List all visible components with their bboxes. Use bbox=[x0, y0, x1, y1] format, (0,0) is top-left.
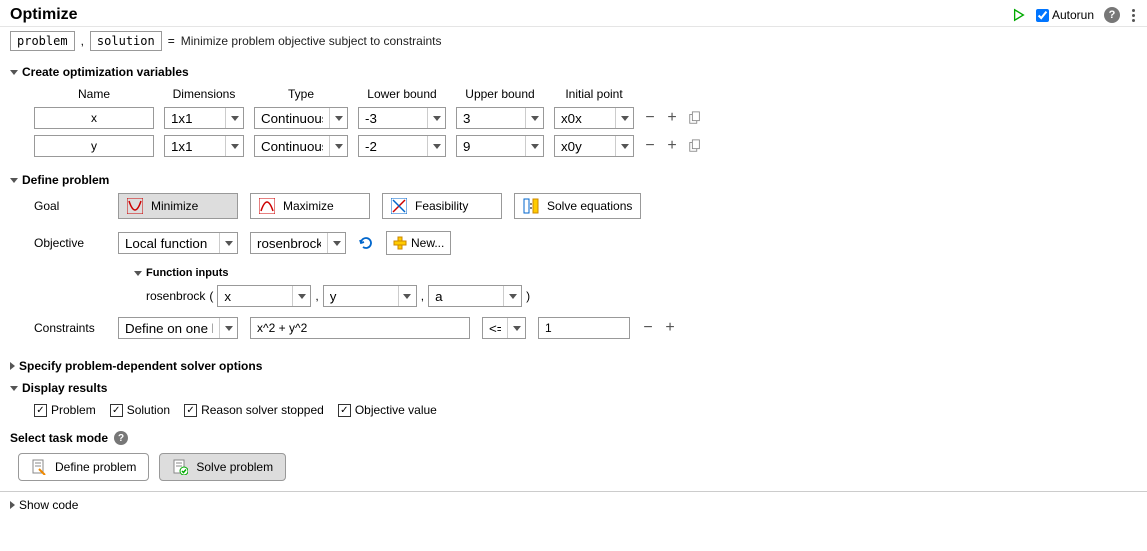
goal-label: Goal bbox=[34, 199, 106, 213]
constraint-expression-input[interactable] bbox=[250, 317, 470, 339]
add-constraint-button[interactable]: + bbox=[664, 319, 676, 337]
add-row-button[interactable]: + bbox=[666, 137, 678, 155]
section-define-problem[interactable]: Define problem bbox=[10, 173, 1137, 187]
var-lower-select[interactable] bbox=[358, 135, 446, 157]
chevron-down-icon bbox=[134, 271, 142, 276]
var-type-select[interactable] bbox=[254, 107, 348, 129]
constraint-rhs-input[interactable] bbox=[538, 317, 630, 339]
function-name-text: rosenbrock bbox=[146, 289, 205, 303]
var-type-select[interactable] bbox=[254, 135, 348, 157]
var-name-input[interactable] bbox=[34, 107, 154, 129]
refresh-icon[interactable] bbox=[358, 235, 374, 251]
goal-maximize-button[interactable]: Maximize bbox=[250, 193, 370, 219]
col-header-type: Type bbox=[254, 87, 348, 101]
variable-row: − + bbox=[34, 135, 1137, 157]
display-solution-checkbox[interactable]: ✓Solution bbox=[110, 403, 170, 417]
var-dimensions-select[interactable] bbox=[164, 107, 244, 129]
autorun-label: Autorun bbox=[1052, 8, 1094, 22]
func-arg-select[interactable] bbox=[428, 285, 522, 307]
solve-problem-button[interactable]: Solve problem bbox=[159, 453, 286, 481]
autorun-checkbox[interactable]: Autorun bbox=[1036, 8, 1094, 22]
constraint-operator-select[interactable] bbox=[482, 317, 526, 339]
var-initial-select[interactable] bbox=[554, 107, 634, 129]
col-header-name: Name bbox=[34, 87, 154, 101]
var-initial-select[interactable] bbox=[554, 135, 634, 157]
section-display-results-label: Display results bbox=[22, 381, 107, 395]
col-header-initial: Initial point bbox=[554, 87, 634, 101]
output-problem[interactable]: problem bbox=[10, 31, 75, 51]
chevron-down-icon bbox=[10, 70, 18, 75]
goal-solve-equations-button[interactable]: Solve equations bbox=[514, 193, 641, 219]
section-define-problem-label: Define problem bbox=[22, 173, 109, 187]
summary-description: Minimize problem objective subject to co… bbox=[181, 34, 442, 48]
section-display-results[interactable]: Display results bbox=[10, 381, 1137, 395]
output-solution[interactable]: solution bbox=[90, 31, 162, 51]
help-icon[interactable]: ? bbox=[114, 431, 128, 445]
remove-row-button[interactable]: − bbox=[644, 109, 656, 127]
func-arg-select[interactable] bbox=[323, 285, 417, 307]
comma: , bbox=[81, 34, 84, 48]
display-reason-checkbox[interactable]: ✓Reason solver stopped bbox=[184, 403, 324, 417]
objective-function-select[interactable] bbox=[250, 232, 346, 254]
show-code-toggle[interactable]: Show code bbox=[19, 498, 78, 512]
display-objective-checkbox[interactable]: ✓Objective value bbox=[338, 403, 437, 417]
goal-minimize-button[interactable]: Minimize bbox=[118, 193, 238, 219]
var-lower-select[interactable] bbox=[358, 107, 446, 129]
variable-row: − + bbox=[34, 107, 1137, 129]
copy-icon[interactable] bbox=[688, 111, 702, 125]
chevron-right-icon bbox=[10, 362, 15, 370]
constraints-label: Constraints bbox=[34, 321, 106, 335]
equals-sign: = bbox=[168, 34, 175, 48]
remove-row-button[interactable]: − bbox=[644, 137, 656, 155]
col-header-lower: Lower bound bbox=[358, 87, 446, 101]
chevron-down-icon bbox=[10, 386, 18, 391]
var-upper-select[interactable] bbox=[456, 107, 544, 129]
var-dimensions-select[interactable] bbox=[164, 135, 244, 157]
add-row-button[interactable]: + bbox=[666, 109, 678, 127]
goal-feasibility-button[interactable]: Feasibility bbox=[382, 193, 502, 219]
page-title: Optimize bbox=[10, 6, 78, 24]
var-upper-select[interactable] bbox=[456, 135, 544, 157]
chevron-right-icon bbox=[10, 501, 15, 509]
constraint-mode-select[interactable] bbox=[118, 317, 238, 339]
section-solver-options-label: Specify problem-dependent solver options bbox=[19, 359, 262, 373]
define-problem-button[interactable]: Define problem bbox=[18, 453, 149, 481]
section-create-variables[interactable]: Create optimization variables bbox=[10, 65, 1137, 79]
var-name-input[interactable] bbox=[34, 135, 154, 157]
new-function-button[interactable]: New... bbox=[386, 231, 451, 255]
objective-label: Objective bbox=[34, 236, 106, 250]
copy-icon[interactable] bbox=[688, 139, 702, 153]
function-inputs-section[interactable]: Function inputs bbox=[134, 267, 1137, 279]
help-icon[interactable]: ? bbox=[1104, 7, 1120, 23]
display-problem-checkbox[interactable]: ✓Problem bbox=[34, 403, 96, 417]
task-mode-label: Select task mode bbox=[10, 431, 108, 445]
func-arg-select[interactable] bbox=[217, 285, 311, 307]
chevron-down-icon bbox=[10, 178, 18, 183]
section-create-variables-label: Create optimization variables bbox=[22, 65, 189, 79]
more-menu-icon[interactable] bbox=[1130, 7, 1137, 24]
col-header-dimensions: Dimensions bbox=[164, 87, 244, 101]
remove-constraint-button[interactable]: − bbox=[642, 319, 654, 337]
col-header-upper: Upper bound bbox=[456, 87, 544, 101]
objective-source-select[interactable] bbox=[118, 232, 238, 254]
run-button[interactable] bbox=[1012, 8, 1026, 22]
section-solver-options[interactable]: Specify problem-dependent solver options bbox=[10, 359, 1137, 373]
